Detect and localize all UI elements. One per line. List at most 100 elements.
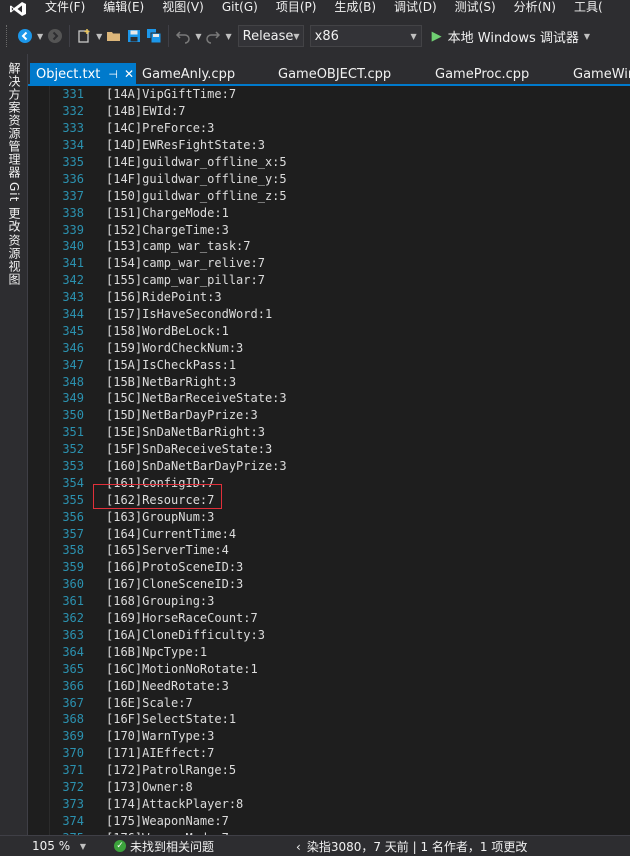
- code-text[interactable]: [16A]CloneDifficulty:3: [106, 628, 265, 642]
- code-text[interactable]: [168]Grouping:3: [106, 594, 214, 608]
- code-line[interactable]: 338 [151]ChargeMode:1: [50, 204, 630, 221]
- code-line[interactable]: 369 [170]WarnType:3: [50, 728, 630, 745]
- save-all-icon[interactable]: [144, 25, 164, 47]
- code-line[interactable]: 340 [153]camp_war_task:7: [50, 238, 630, 255]
- code-line[interactable]: 363 [16A]CloneDifficulty:3: [50, 627, 630, 644]
- code-line[interactable]: 342 [155]camp_war_pillar:7: [50, 272, 630, 289]
- code-line[interactable]: 364 [16B]NpcType:1: [50, 643, 630, 660]
- menu-debug[interactable]: 调试(D): [385, 0, 446, 18]
- code-line[interactable]: 365 [16C]MotionNoRotate:1: [50, 660, 630, 677]
- code-text[interactable]: [164]CurrentTime:4: [106, 527, 236, 541]
- start-debugging-button[interactable]: ▶ 本地 Windows 调试器 ▼: [432, 27, 592, 46]
- close-icon[interactable]: ✕: [124, 67, 134, 81]
- code-text[interactable]: [158]WordBeLock:1: [106, 324, 229, 338]
- code-text[interactable]: [169]HorseRaceCount:7: [106, 611, 258, 625]
- code-editor[interactable]: 331 [14A]VipGiftTime:7 332 [14B]EWId:7 333 [1…: [28, 86, 630, 835]
- code-line[interactable]: 360 [167]CloneSceneID:3: [50, 576, 630, 593]
- menu-project[interactable]: 项目(P): [267, 0, 326, 18]
- tab-solution-explorer[interactable]: 解决方案资源管理器: [6, 62, 23, 179]
- code-line[interactable]: 341 [154]camp_war_relive:7: [50, 255, 630, 272]
- menu-git[interactable]: Git(G): [213, 0, 267, 18]
- chevron-down-icon[interactable]: ▼: [37, 32, 43, 41]
- code-text[interactable]: [161]ConfigID:7: [106, 476, 214, 490]
- code-text[interactable]: [172]PatrolRange:5: [106, 763, 236, 777]
- code-text[interactable]: [151]ChargeMode:1: [106, 206, 229, 220]
- code-line[interactable]: 337 [150]guildwar_offline_z:5: [50, 187, 630, 204]
- code-line[interactable]: 373 [174]AttackPlayer:8: [50, 795, 630, 812]
- code-line[interactable]: 362 [169]HorseRaceCount:7: [50, 610, 630, 627]
- code-text[interactable]: [152]ChargeTime:3: [106, 223, 229, 237]
- chevron-down-icon[interactable]: ▼: [96, 32, 102, 41]
- code-line[interactable]: 347 [15A]IsCheckPass:1: [50, 356, 630, 373]
- code-text[interactable]: [15C]NetBarReceiveState:3: [106, 391, 287, 405]
- menu-edit[interactable]: 编辑(E): [94, 0, 153, 18]
- code-text[interactable]: [174]AttackPlayer:8: [106, 797, 243, 811]
- code-text[interactable]: [16E]Scale:7: [106, 696, 193, 710]
- code-line[interactable]: 350 [15D]NetBarDayPrize:3: [50, 407, 630, 424]
- code-line[interactable]: 358 [165]ServerTime:4: [50, 542, 630, 559]
- code-line[interactable]: 366 [16D]NeedRotate:3: [50, 677, 630, 694]
- code-line[interactable]: 333 [14C]PreForce:3: [50, 120, 630, 137]
- issues-indicator[interactable]: ✓ 未找到相关问题: [114, 838, 214, 855]
- navigate-back-icon[interactable]: [15, 25, 35, 47]
- toolbar-grip[interactable]: [6, 25, 9, 47]
- code-line[interactable]: 351 [15E]SnDaNetBarRight:3: [50, 424, 630, 441]
- code-line[interactable]: 339 [152]ChargeTime:3: [50, 221, 630, 238]
- open-folder-icon[interactable]: [104, 25, 124, 47]
- code-text[interactable]: [155]camp_war_pillar:7: [106, 273, 265, 287]
- git-blame-info[interactable]: ‹ 染指3080，7 天前 | 1 名作者，1 项更改: [296, 838, 527, 855]
- code-text[interactable]: [175]WeaponName:7: [106, 814, 229, 828]
- chevron-down-icon[interactable]: ▼: [584, 32, 590, 41]
- code-line[interactable]: 343 [156]RidePoint:3: [50, 289, 630, 306]
- code-text[interactable]: [153]camp_war_task:7: [106, 239, 251, 253]
- code-line[interactable]: 370 [171]AIEffect:7: [50, 745, 630, 762]
- code-text[interactable]: [14C]PreForce:3: [106, 121, 214, 135]
- tab-resource-view[interactable]: 资源视图: [6, 234, 23, 286]
- code-text[interactable]: [150]guildwar_offline_z:5: [106, 189, 287, 203]
- code-text[interactable]: [162]Resource:7: [106, 493, 214, 507]
- code-text[interactable]: [16D]NeedRotate:3: [106, 679, 229, 693]
- code-text[interactable]: [156]RidePoint:3: [106, 290, 222, 304]
- tab-object-txt[interactable]: Object.txt ⊣ ✕: [30, 63, 136, 85]
- code-text[interactable]: [15E]SnDaNetBarRight:3: [106, 425, 265, 439]
- menu-view[interactable]: 视图(V): [153, 0, 213, 18]
- code-text[interactable]: [170]WarnType:3: [106, 729, 214, 743]
- code-line[interactable]: 332 [14B]EWId:7: [50, 103, 630, 120]
- pin-icon[interactable]: ⊣: [108, 68, 118, 81]
- code-text[interactable]: [14A]VipGiftTime:7: [106, 87, 236, 101]
- menu-test[interactable]: 测试(S): [446, 0, 505, 18]
- code-text[interactable]: [157]IsHaveSecondWord:1: [106, 307, 272, 321]
- code-line[interactable]: 352 [15F]SnDaReceiveState:3: [50, 441, 630, 458]
- code-line[interactable]: 374 [175]WeaponName:7: [50, 812, 630, 829]
- code-text[interactable]: [159]WordCheckNum:3: [106, 341, 243, 355]
- code-text[interactable]: [15A]IsCheckPass:1: [106, 358, 236, 372]
- code-line[interactable]: 353 [160]SnDaNetBarDayPrize:3: [50, 458, 630, 475]
- code-line[interactable]: 334 [14D]EWResFightState:3: [50, 137, 630, 154]
- redo-icon[interactable]: [203, 25, 223, 47]
- navigate-forward-icon[interactable]: [45, 25, 65, 47]
- code-text[interactable]: [14B]EWId:7: [106, 104, 185, 118]
- code-line[interactable]: 371 [172]PatrolRange:5: [50, 762, 630, 779]
- code-text[interactable]: [154]camp_war_relive:7: [106, 256, 265, 270]
- code-line[interactable]: 368 [16F]SelectState:1: [50, 711, 630, 728]
- code-text[interactable]: [14F]guildwar_offline_y:5: [106, 172, 287, 186]
- code-line[interactable]: 367 [16E]Scale:7: [50, 694, 630, 711]
- code-line[interactable]: 356 [163]GroupNum:3: [50, 508, 630, 525]
- tab-gamewin[interactable]: GameWin: [567, 63, 630, 85]
- code-text[interactable]: [16F]SelectState:1: [106, 712, 236, 726]
- menu-analyze[interactable]: 分析(N): [505, 0, 565, 18]
- chevron-down-icon[interactable]: ▼: [195, 32, 201, 41]
- code-line[interactable]: 349 [15C]NetBarReceiveState:3: [50, 390, 630, 407]
- code-text[interactable]: [15F]SnDaReceiveState:3: [106, 442, 272, 456]
- menu-tools[interactable]: 工具(: [565, 0, 612, 18]
- code-line[interactable]: 346 [159]WordCheckNum:3: [50, 339, 630, 356]
- code-text[interactable]: [163]GroupNum:3: [106, 510, 214, 524]
- code-text[interactable]: [173]Owner:8: [106, 780, 193, 794]
- code-text[interactable]: [166]ProtoSceneID:3: [106, 560, 243, 574]
- code-text[interactable]: [14E]guildwar_offline_x:5: [106, 155, 287, 169]
- code-text[interactable]: [160]SnDaNetBarDayPrize:3: [106, 459, 287, 473]
- chevron-down-icon[interactable]: ▼: [225, 32, 231, 41]
- code-text[interactable]: [171]AIEffect:7: [106, 746, 214, 760]
- undo-icon[interactable]: [173, 25, 193, 47]
- code-text[interactable]: [165]ServerTime:4: [106, 543, 229, 557]
